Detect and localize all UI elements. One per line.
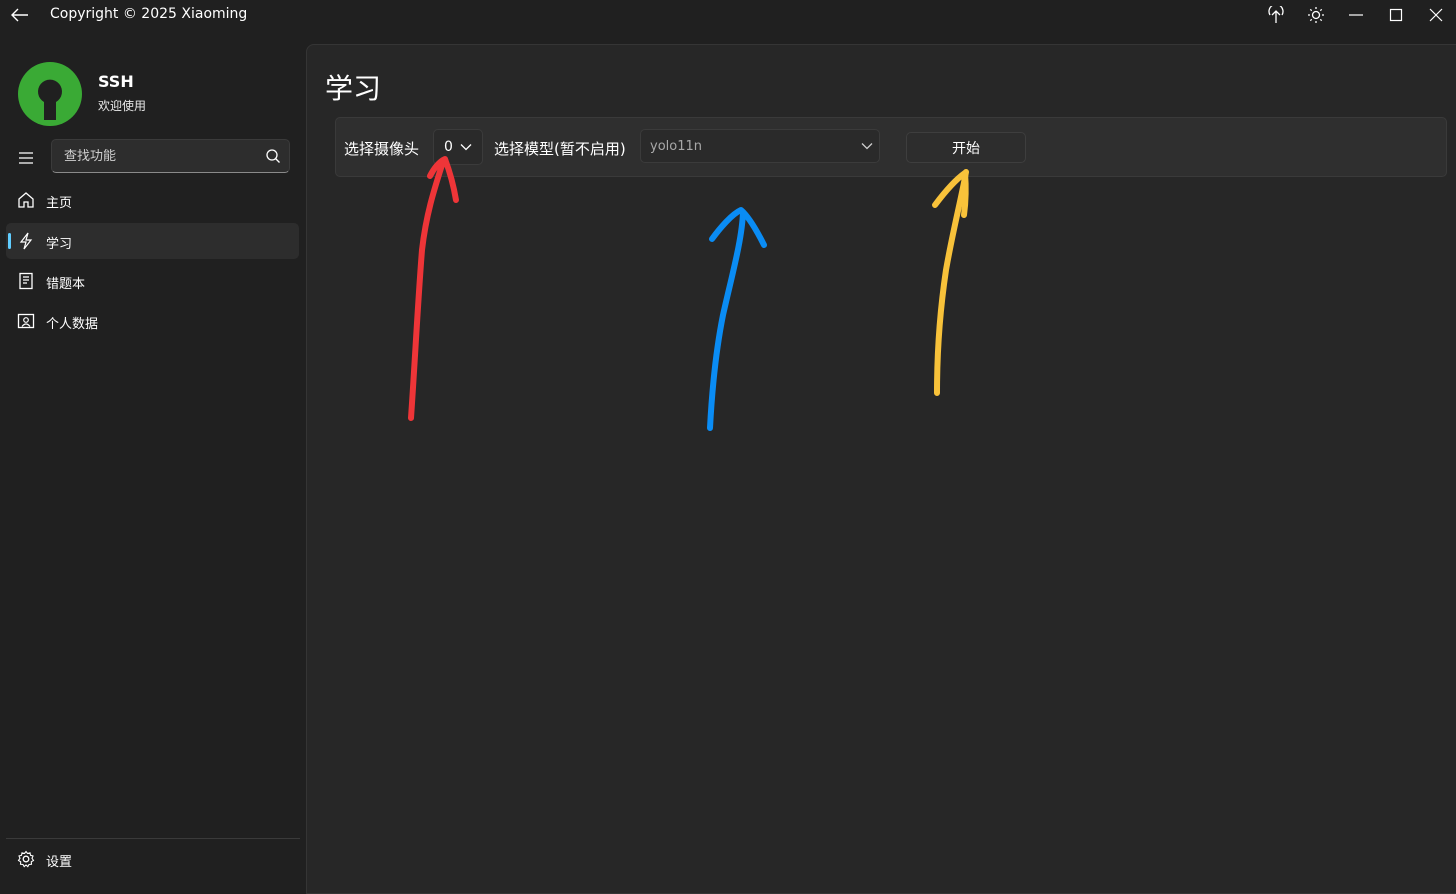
chevron-down-icon: [460, 144, 472, 151]
gear-icon: [17, 850, 35, 868]
sidebar-item-label: 错题本: [46, 277, 86, 292]
minimize-button[interactable]: [1336, 0, 1376, 30]
search-box: [51, 139, 290, 173]
sidebar-item-label: 主页: [46, 196, 73, 211]
navigation-sidebar: SSH 欢迎使用 主页 学习 错题本: [0, 30, 306, 880]
title-bar: Copyright © 2025 Xiaoming: [0, 0, 1456, 30]
sidebar-item-label: 设置: [46, 855, 73, 870]
pin-up-icon: [1268, 6, 1284, 23]
sidebar-item-home[interactable]: 主页: [6, 182, 299, 218]
lightning-icon: [19, 232, 33, 250]
pin-button[interactable]: [1256, 0, 1296, 30]
close-button[interactable]: [1416, 0, 1456, 30]
control-card: 选择摄像头 0 选择模型(暂不启用) yolo11n 开始: [335, 117, 1447, 177]
contact-icon: [17, 313, 35, 329]
sidebar-item-label: 学习: [46, 237, 73, 252]
camera-label: 选择摄像头: [344, 140, 420, 158]
selection-indicator: [8, 233, 11, 249]
model-select[interactable]: yolo11n: [640, 129, 880, 163]
sidebar-item-label: 个人数据: [46, 317, 99, 332]
home-icon: [18, 192, 34, 208]
notebook-icon: [19, 272, 33, 290]
menu-toggle-button[interactable]: [12, 146, 40, 170]
main-content: 学习 选择摄像头 0 选择模型(暂不启用) yolo11n 开始: [306, 44, 1456, 894]
sidebar-item-settings[interactable]: 设置: [6, 841, 299, 877]
back-arrow-icon: [11, 8, 28, 22]
theme-sun-icon: [1308, 7, 1324, 23]
chevron-down-icon: [861, 143, 873, 150]
theme-button[interactable]: [1296, 0, 1336, 30]
sidebar-item-profile[interactable]: 个人数据: [6, 303, 299, 339]
sidebar-divider: [6, 838, 300, 839]
model-value: yolo11n: [650, 139, 702, 154]
model-label: 选择模型(暂不启用): [494, 140, 626, 158]
start-button[interactable]: 开始: [906, 132, 1026, 163]
user-subtitle: 欢迎使用: [98, 99, 147, 113]
search-input[interactable]: [64, 148, 264, 164]
maximize-icon: [1389, 8, 1403, 22]
close-icon: [1429, 8, 1443, 22]
minimize-icon: [1349, 14, 1363, 16]
camera-select[interactable]: 0: [433, 129, 483, 165]
back-button[interactable]: [8, 4, 32, 26]
sidebar-item-study[interactable]: 学习: [6, 223, 299, 259]
sidebar-item-mistakes[interactable]: 错题本: [6, 263, 299, 299]
camera-value: 0: [444, 139, 453, 155]
maximize-button[interactable]: [1376, 0, 1416, 30]
search-icon[interactable]: [265, 148, 281, 164]
page-title: 学习: [325, 72, 382, 105]
avatar[interactable]: [18, 62, 82, 126]
user-name: SSH: [98, 72, 134, 91]
hamburger-icon: [19, 152, 33, 164]
window-title: Copyright © 2025 Xiaoming: [50, 6, 248, 22]
